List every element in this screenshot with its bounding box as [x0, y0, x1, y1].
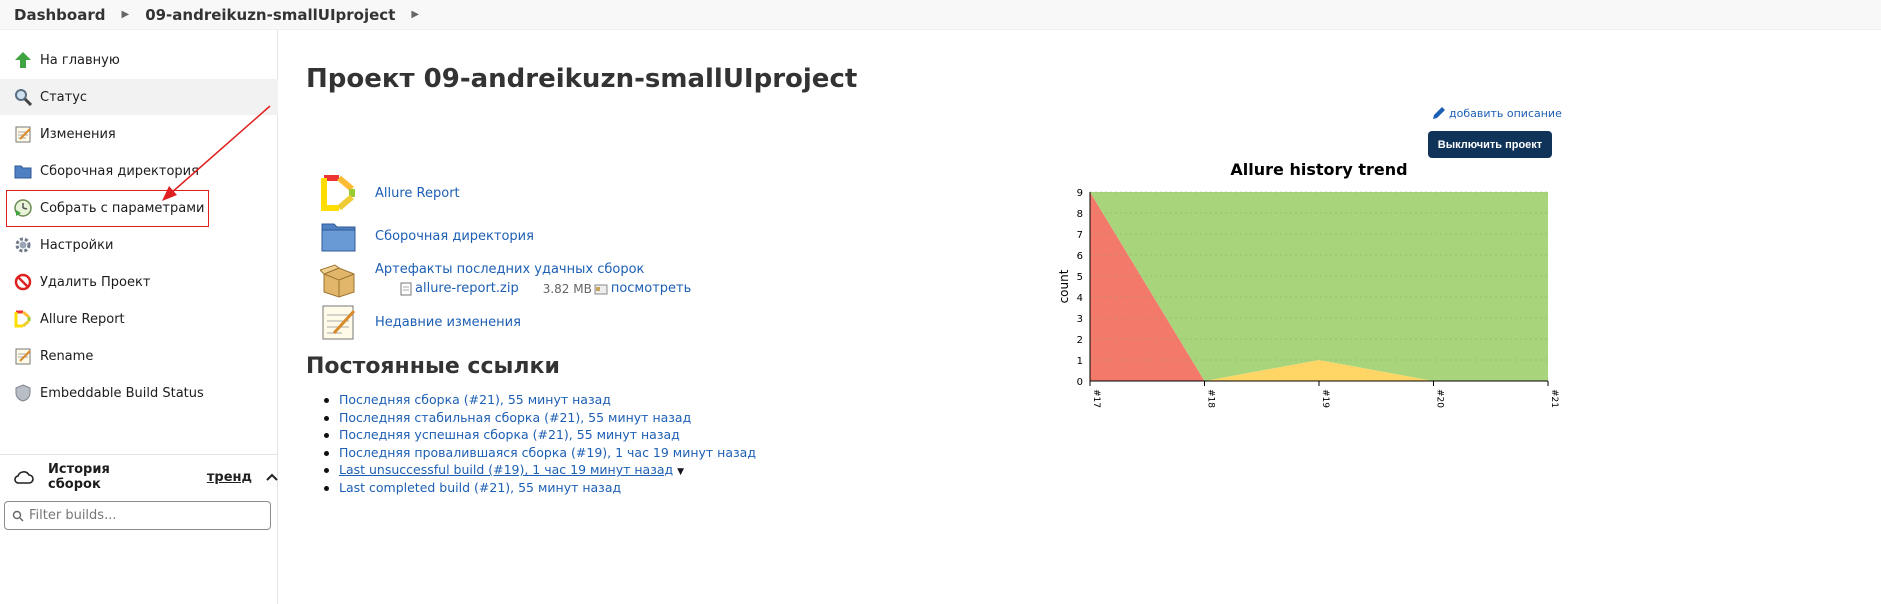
y-tick-label: 2 [1077, 335, 1083, 346]
filter-builds-input[interactable]: Filter builds... [4, 501, 271, 530]
trend-link[interactable]: тренд [207, 470, 252, 485]
breadcrumb-dashboard[interactable]: Dashboard [14, 6, 115, 24]
shield-icon [12, 382, 34, 404]
y-axis-label: count [1057, 269, 1071, 303]
build-history-header: История сборок тренд [0, 462, 278, 492]
search-icon [12, 86, 34, 108]
y-tick-label: 9 [1077, 188, 1083, 199]
allure-report-link[interactable]: Allure Report [375, 186, 460, 201]
sidebar-item-label: Embeddable Build Status [40, 385, 204, 401]
recent-changes-link[interactable]: Недавние изменения [375, 315, 521, 330]
no-entry-icon [12, 271, 34, 293]
x-tick-label: #20 [1435, 389, 1445, 408]
sidebar-item-embeddable-status[interactable]: Embeddable Build Status [0, 375, 278, 411]
dropdown-caret-icon[interactable]: ▼ [677, 467, 684, 477]
chart-title: Allure history trend [1230, 160, 1407, 179]
permalinks-title: Постоянные ссылки [306, 354, 560, 379]
filter-placeholder: Filter builds... [29, 508, 117, 523]
list-item: Last completed build (#21), 55 минут наз… [324, 480, 756, 498]
folder-icon [12, 160, 34, 182]
sidebar-item-allure[interactable]: Allure Report [0, 301, 278, 337]
list-item: Последняя стабильная сборка (#21), 55 ми… [324, 410, 756, 428]
package-icon [319, 260, 358, 298]
gear-icon [12, 234, 34, 256]
up-arrow-icon [12, 49, 34, 71]
permalink[interactable]: Last unsuccessful build (#19), 1 час 19 … [339, 462, 673, 477]
recent-changes-action[interactable]: Недавние изменения [320, 303, 521, 341]
list-item: Last unsuccessful build (#19), 1 час 19 … [324, 462, 756, 480]
x-tick-label: #17 [1091, 389, 1101, 408]
disable-project-button[interactable]: Выключить проект [1428, 131, 1552, 158]
cloud-icon [14, 470, 34, 484]
file-icon [400, 282, 412, 296]
notepad-icon [12, 345, 34, 367]
artifact-row: allure-report.zip 3.82 MB посмотреть [400, 281, 691, 296]
sidebar-item-label: Allure Report [40, 311, 125, 327]
y-tick-label: 7 [1077, 230, 1083, 241]
pencil-icon [1432, 106, 1446, 120]
permalink[interactable]: Последняя сборка (#21), 55 минут назад [339, 392, 611, 407]
allure-report-action[interactable]: Allure Report [320, 174, 460, 212]
allure-icon [12, 308, 34, 330]
add-description-label: добавить описание [1449, 106, 1562, 120]
artifacts-link[interactable]: Артефакты последних удачных сборок [375, 262, 644, 277]
view-icon [594, 283, 608, 295]
sidebar-item-label: На главную [40, 52, 120, 68]
x-tick-label: #18 [1206, 389, 1216, 408]
sidebar-item-label: Rename [40, 348, 94, 364]
search-icon [12, 510, 24, 522]
x-tick-label: #21 [1549, 389, 1559, 408]
permalinks-list: Последняя сборка (#21), 55 минут назад П… [324, 392, 756, 497]
sidebar-item-label: Удалить Проект [40, 274, 151, 290]
divider [0, 454, 278, 455]
page-title: Проект 09-andreikuzn-smallUIproject [306, 64, 858, 94]
permalink[interactable]: Последняя успешная сборка (#21), 55 мину… [339, 427, 680, 442]
allure-icon [320, 174, 358, 212]
notepad-icon [12, 123, 34, 145]
sidebar-item-delete[interactable]: Удалить Проект [0, 264, 278, 300]
sidebar-item-rename[interactable]: Rename [0, 338, 278, 374]
y-tick-label: 0 [1077, 377, 1083, 388]
permalink[interactable]: Последняя стабильная сборка (#21), 55 ми… [339, 410, 691, 425]
list-item: Последняя успешная сборка (#21), 55 мину… [324, 427, 756, 445]
y-tick-label: 5 [1077, 272, 1083, 283]
y-tick-label: 3 [1077, 314, 1083, 325]
list-item: Последняя сборка (#21), 55 минут назад [324, 392, 756, 410]
y-tick-label: 1 [1077, 356, 1083, 367]
sidebar-item-label: Изменения [40, 126, 116, 142]
folder-icon [320, 217, 358, 255]
add-description-link[interactable]: добавить описание [1432, 106, 1562, 120]
list-item: Последняя провалившаяся сборка (#19), 1 … [324, 445, 756, 463]
y-tick-label: 6 [1077, 251, 1083, 262]
notepad-icon [320, 303, 358, 341]
workspace-action[interactable]: Сборочная директория [320, 217, 534, 255]
view-artifact-link[interactable]: посмотреть [611, 281, 691, 296]
chevron-right-icon[interactable]: ▶ [115, 9, 145, 20]
annotation-arrow [162, 105, 271, 201]
sidebar-item-home[interactable]: На главную [0, 42, 278, 78]
y-tick-label: 8 [1077, 209, 1083, 220]
x-tick-label: #19 [1320, 389, 1330, 408]
artifact-file-link[interactable]: allure-report.zip [415, 281, 519, 296]
workspace-link[interactable]: Сборочная директория [375, 229, 534, 244]
breadcrumb: Dashboard ▶ 09-andreikuzn-smallUIproject… [0, 0, 1881, 30]
sidebar-item-label: Настройки [40, 237, 114, 253]
breadcrumb-project[interactable]: 09-andreikuzn-smallUIproject [145, 6, 405, 24]
sidebar-item-settings[interactable]: Настройки [0, 227, 278, 263]
artifact-size: 3.82 MB [542, 281, 592, 296]
permalink[interactable]: Last completed build (#21), 55 минут наз… [339, 480, 621, 495]
permalink[interactable]: Последняя провалившаяся сборка (#19), 1 … [339, 445, 756, 460]
sidebar-item-label: Статус [40, 89, 88, 105]
build-history-title: История сборок [48, 462, 110, 492]
chevron-up-icon[interactable] [266, 473, 278, 481]
chevron-right-icon[interactable]: ▶ [405, 9, 435, 20]
allure-history-trend-chart: Allure history trend count 0 1 2 3 4 5 6 7 8 9 #17 #1… [1057, 160, 1559, 408]
y-tick-label: 4 [1077, 293, 1083, 304]
